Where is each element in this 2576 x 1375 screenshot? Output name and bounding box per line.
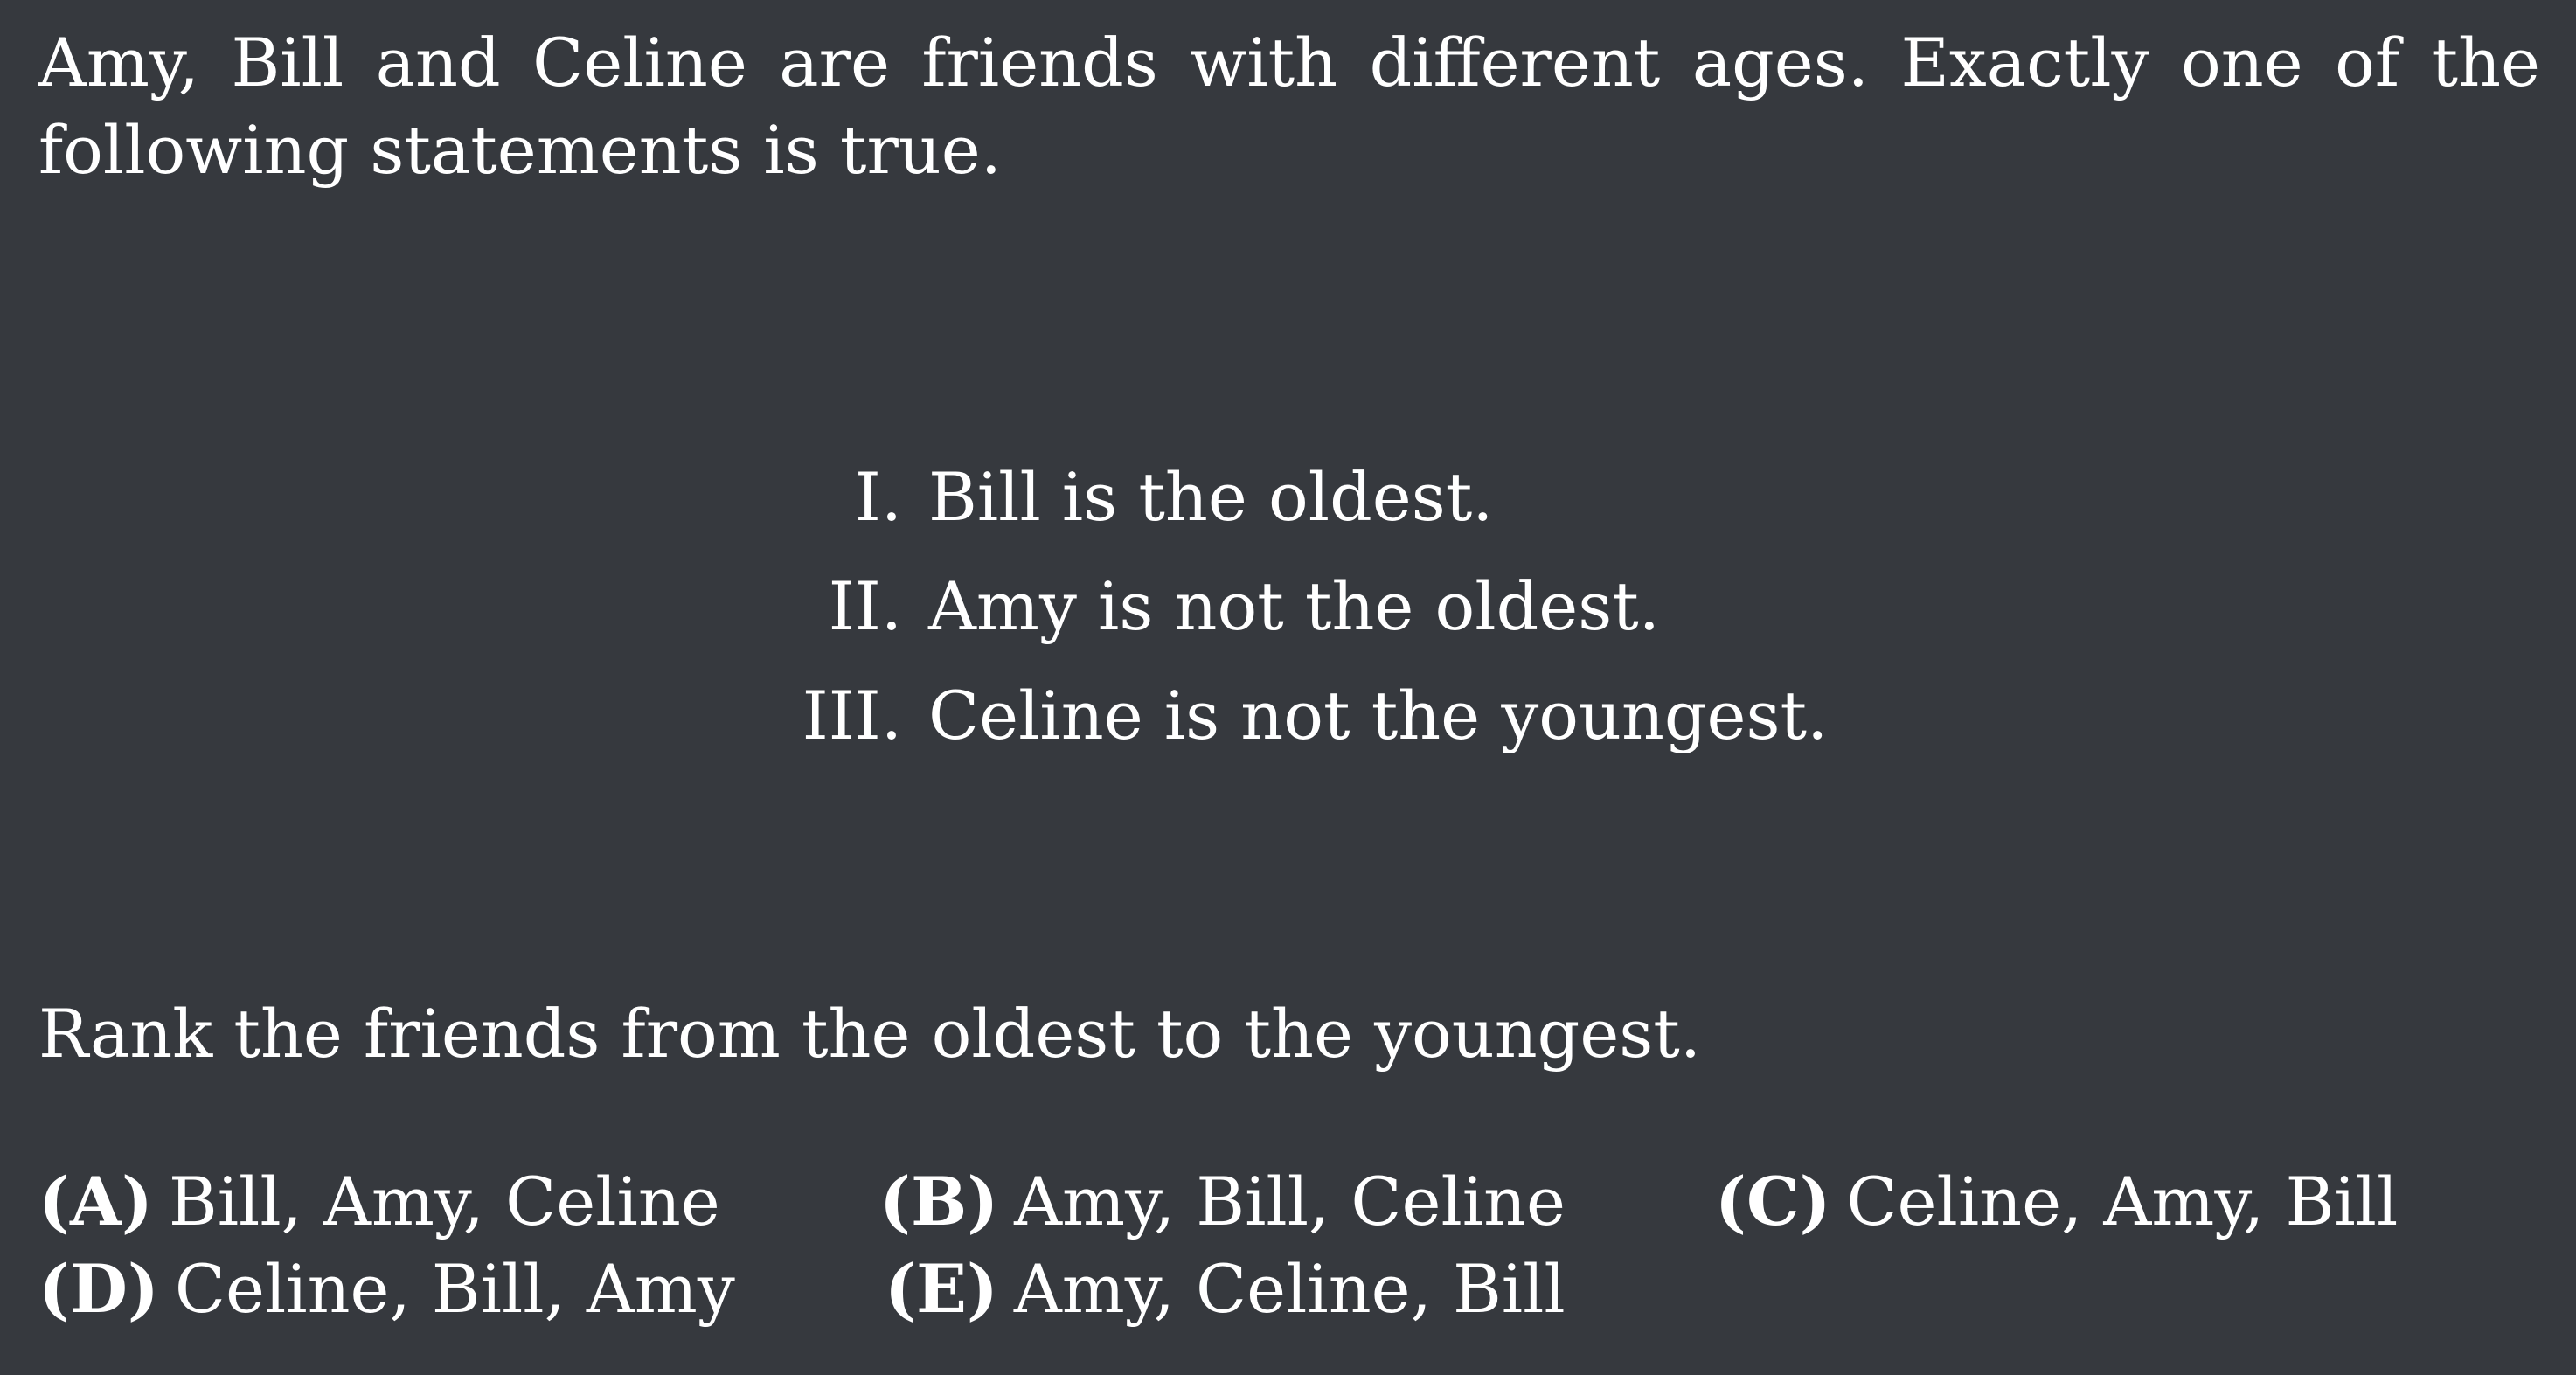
choice-text: Amy, Celine, Bill (1013, 1250, 1566, 1328)
statement-number: II. (828, 567, 902, 645)
statement-text: Amy is not the oldest. (928, 567, 1660, 645)
statement-number: I. (854, 458, 902, 536)
statements-list: I. Bill is the oldest. II. Amy is not th… (787, 442, 1828, 770)
statement-text: Bill is the oldest. (928, 458, 1494, 536)
choice-a[interactable]: (A) Bill, Amy, Celine (38, 1163, 720, 1240)
statement-2: II. Amy is not the oldest. (787, 552, 1828, 661)
statement-1: I. Bill is the oldest. (787, 442, 1828, 552)
statement-number: III. (802, 677, 902, 754)
problem-intro: Amy, Bill and Celine are friends with di… (38, 24, 2540, 189)
choice-c[interactable]: (C) Celine, Amy, Bill (1715, 1163, 2398, 1240)
choice-letter: (C) (1715, 1163, 1831, 1240)
choice-e[interactable]: (E) Amy, Celine, Bill (885, 1250, 1566, 1328)
choice-letter: (E) (885, 1250, 998, 1328)
choice-d[interactable]: (D) Celine, Bill, Amy (38, 1250, 735, 1328)
choice-letter: (D) (38, 1250, 159, 1328)
choice-b[interactable]: (B) Amy, Bill, Celine (879, 1163, 1566, 1240)
choice-letter: (B) (879, 1163, 999, 1240)
choice-text: Celine, Bill, Amy (174, 1250, 735, 1328)
choice-text: Celine, Amy, Bill (1846, 1163, 2399, 1240)
choice-text: Amy, Bill, Celine (1014, 1163, 1566, 1240)
question-prompt: Rank the friends from the oldest to the … (38, 995, 1702, 1073)
choice-text: Bill, Amy, Celine (168, 1163, 720, 1240)
choice-letter: (A) (38, 1163, 153, 1240)
statement-3: III. Celine is not the youngest. (787, 661, 1828, 770)
statement-text: Celine is not the youngest. (928, 677, 1829, 754)
